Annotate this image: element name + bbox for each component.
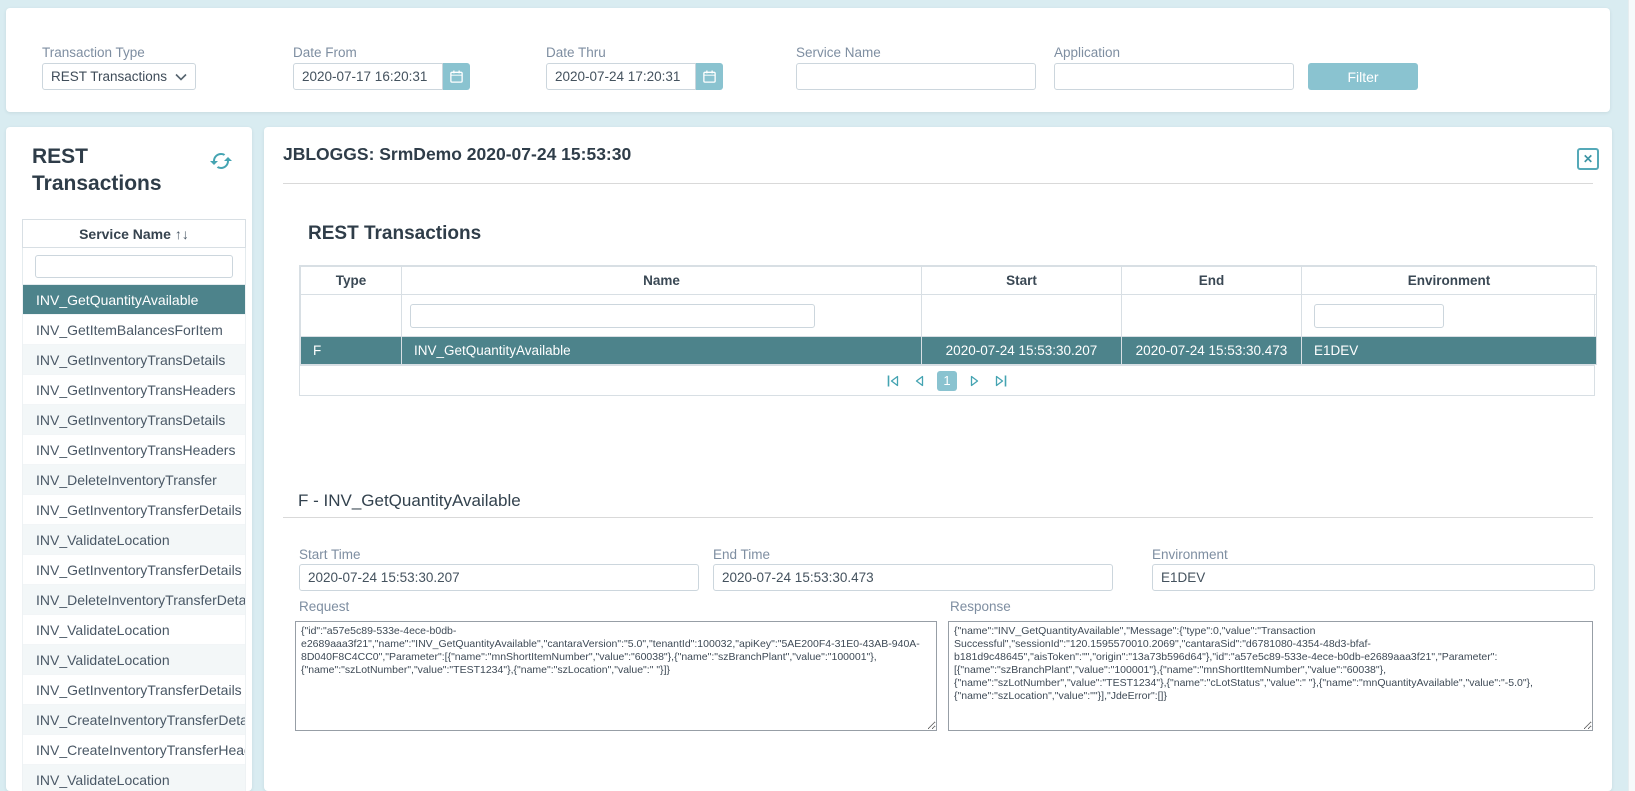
environment-filter-cell <box>1302 295 1597 337</box>
calendar-icon <box>449 69 464 84</box>
rest-transactions-heading: REST Transactions <box>308 223 481 245</box>
close-icon: ✕ <box>1583 152 1593 166</box>
application-input[interactable] <box>1054 63 1294 90</box>
service-name-input[interactable] <box>796 63 1036 90</box>
end-filter-cell <box>1122 295 1302 337</box>
pagination: 1 <box>300 365 1594 395</box>
service-list-item[interactable]: INV_GetInventoryTransferDetails <box>23 675 245 705</box>
sort-icon: ↑↓ <box>175 226 189 242</box>
previous-page-icon <box>912 374 926 388</box>
service-list-item[interactable]: INV_ValidateLocation <box>23 645 245 675</box>
service-list: INV_GetQuantityAvailableINV_GetItemBalan… <box>22 285 246 791</box>
transaction-cell-type: F <box>301 337 402 365</box>
service-name-column-header[interactable]: Service Name ↑↓ <box>22 219 246 248</box>
transaction-cell-end: 2020-07-24 15:53:30.473 <box>1122 337 1302 365</box>
close-button[interactable]: ✕ <box>1577 148 1599 170</box>
divider <box>283 183 1593 184</box>
transaction-type-label: Transaction Type <box>42 45 145 60</box>
service-list-item[interactable]: INV_ValidateLocation <box>23 615 245 645</box>
refresh-button[interactable] <box>208 149 234 175</box>
date-from-input[interactable] <box>293 63 443 90</box>
detail-section-title: F - INV_GetQuantityAvailable <box>298 491 521 511</box>
tx-column-header[interactable]: Start <box>922 267 1122 295</box>
start-time-label: Start Time <box>299 547 361 562</box>
transaction-cell-environment: E1DEV <box>1302 337 1597 365</box>
request-textarea[interactable]: {"id":"a57e5c89-533e-4ece-b0db-e2689aaa3… <box>295 621 937 731</box>
next-page-icon <box>968 374 982 388</box>
filter-bar: Transaction Type REST Transactions Date … <box>6 8 1610 112</box>
service-list-item[interactable]: INV_GetInventoryTransDetails <box>23 345 245 375</box>
refresh-icon <box>209 149 233 175</box>
transaction-detail-panel: JBLOGGS: SrmDemo 2020-07-24 15:53:30 ✕ R… <box>264 127 1612 791</box>
start-time-input[interactable] <box>299 564 699 591</box>
request-label: Request <box>299 599 349 614</box>
service-list-item[interactable]: INV_GetQuantityAvailable <box>23 285 245 315</box>
last-page-icon <box>994 374 1008 388</box>
environment-label: Environment <box>1152 547 1228 562</box>
name-filter-input[interactable] <box>410 304 815 328</box>
service-list-item[interactable]: INV_GetItemBalancesForItem <box>23 315 245 345</box>
chevron-down-icon <box>175 73 187 81</box>
tx-table-filter-row <box>301 295 1597 337</box>
service-list-item[interactable]: INV_GetInventoryTransHeaders <box>23 435 245 465</box>
current-page-button[interactable]: 1 <box>937 371 957 391</box>
date-from-label: Date From <box>293 45 357 60</box>
service-list-item[interactable]: INV_ValidateLocation <box>23 525 245 555</box>
transaction-row[interactable]: FINV_GetQuantityAvailable2020-07-24 15:5… <box>301 337 1597 365</box>
tx-column-header[interactable]: Environment <box>1302 267 1597 295</box>
first-page-icon <box>886 374 900 388</box>
service-search-row <box>22 248 246 285</box>
date-from-calendar-button[interactable] <box>443 63 470 90</box>
calendar-icon <box>702 69 717 84</box>
date-thru-input[interactable] <box>546 63 696 90</box>
service-list-item[interactable]: INV_DeleteInventoryTransferDetail <box>23 585 245 615</box>
response-label: Response <box>950 599 1011 614</box>
divider <box>283 517 1593 518</box>
previous-page-button[interactable] <box>911 373 927 389</box>
service-list-item[interactable]: INV_GetInventoryTransDetails <box>23 405 245 435</box>
transaction-type-value: REST Transactions <box>51 69 167 84</box>
date-thru-label: Date Thru <box>546 45 606 60</box>
transactions-table: TypeNameStartEndEnvironment FINV_GetQuan… <box>299 265 1595 396</box>
service-list-item[interactable]: INV_GetInventoryTransferDetails <box>23 555 245 585</box>
last-page-button[interactable] <box>993 373 1009 389</box>
transaction-type-select[interactable]: REST Transactions <box>42 63 196 90</box>
service-name-label: Service Name <box>796 45 881 60</box>
service-search-input[interactable] <box>35 255 233 278</box>
next-page-button[interactable] <box>967 373 983 389</box>
name-filter-cell <box>402 295 922 337</box>
type-filter-cell <box>301 295 402 337</box>
rest-transactions-sidebar: REST Transactions Service Name ↑↓ INV_Ge… <box>6 127 252 791</box>
page-scrollbar[interactable] <box>1628 0 1635 791</box>
transaction-cell-start: 2020-07-24 15:53:30.207 <box>922 337 1122 365</box>
panel-title: JBLOGGS: SrmDemo 2020-07-24 15:53:30 <box>283 144 631 165</box>
service-name-header-label: Service Name <box>79 226 171 242</box>
end-time-input[interactable] <box>713 564 1113 591</box>
service-list-item[interactable]: INV_GetInventoryTransferDetails <box>23 495 245 525</box>
service-list-table: Service Name ↑↓ INV_GetQuantityAvailable… <box>22 219 246 791</box>
service-list-item[interactable]: INV_DeleteInventoryTransfer <box>23 465 245 495</box>
date-thru-calendar-button[interactable] <box>696 63 723 90</box>
first-page-button[interactable] <box>885 373 901 389</box>
tx-table-header-row: TypeNameStartEndEnvironment <box>301 267 1597 295</box>
service-list-item[interactable]: INV_GetInventoryTransHeaders <box>23 375 245 405</box>
application-label: Application <box>1054 45 1120 60</box>
end-time-label: End Time <box>713 547 770 562</box>
tx-column-header[interactable]: Name <box>402 267 922 295</box>
transaction-cell-name: INV_GetQuantityAvailable <box>402 337 922 365</box>
tx-column-header[interactable]: End <box>1122 267 1302 295</box>
response-textarea[interactable]: {"name":"INV_GetQuantityAvailable","Mess… <box>948 621 1593 731</box>
service-list-item[interactable]: INV_CreateInventoryTransferHeader <box>23 735 245 765</box>
filter-button[interactable]: Filter <box>1308 63 1418 90</box>
tx-column-header[interactable]: Type <box>301 267 402 295</box>
environment-input[interactable] <box>1152 564 1595 591</box>
service-list-item[interactable]: INV_CreateInventoryTransferDetail <box>23 705 245 735</box>
environment-filter-input[interactable] <box>1314 304 1444 328</box>
sidebar-title: REST Transactions <box>32 143 204 197</box>
tx-table-body: FINV_GetQuantityAvailable2020-07-24 15:5… <box>301 337 1597 365</box>
start-filter-cell <box>922 295 1122 337</box>
service-list-item[interactable]: INV_ValidateLocation <box>23 765 245 791</box>
